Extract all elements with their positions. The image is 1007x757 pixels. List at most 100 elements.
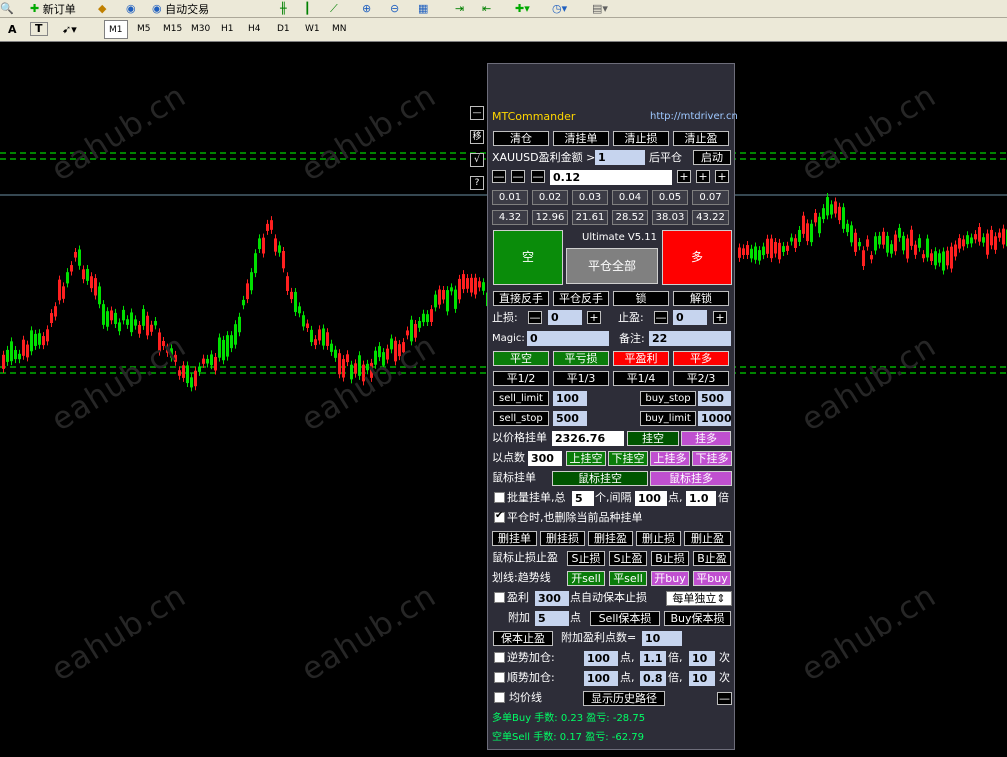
mouse-sell-button[interactable]: 鼠标挂空 <box>552 471 648 486</box>
text-tool[interactable]: A <box>4 20 21 39</box>
tf-m30[interactable]: M30 <box>187 20 214 39</box>
down-sell-button[interactable]: 下挂空 <box>608 451 648 466</box>
tf-h1[interactable]: H1 <box>217 20 238 39</box>
pending-price-input[interactable]: 2326.76 <box>552 431 624 446</box>
bar-chart-icon[interactable]: ╫ <box>280 1 287 16</box>
lock-button[interactable]: 锁 <box>613 291 669 306</box>
clock-icon[interactable]: ◷▾ <box>552 1 567 16</box>
batch-checkbox[interactable] <box>494 492 505 503</box>
batch-mult-input[interactable]: 1.0 <box>686 491 716 506</box>
panel-url[interactable]: http://mtdriver.cn <box>650 109 738 124</box>
lot-preset[interactable]: 0.07 <box>692 190 729 205</box>
sell-breakeven-button[interactable]: Sell保本损 <box>590 611 660 626</box>
clear-tp-button[interactable]: 清止盈 <box>673 131 729 146</box>
sl-plus-button[interactable]: + <box>587 311 601 324</box>
move-button[interactable]: 移 <box>470 130 484 144</box>
lot-preset[interactable]: 0.03 <box>572 190 608 205</box>
sell-limit-input[interactable]: 100 <box>553 391 587 406</box>
close-sell-button[interactable]: 平空 <box>493 351 549 366</box>
close-two-thirds-button[interactable]: 平2/3 <box>673 371 729 386</box>
follow-points-input[interactable]: 100 <box>584 671 618 686</box>
close-all-positions-button[interactable]: 平仓全部 <box>566 248 658 284</box>
show-history-button[interactable]: 显示历史路径 <box>583 691 665 706</box>
scroll-icon[interactable]: ⇥ <box>455 1 464 16</box>
tile-icon[interactable]: ▦ <box>418 1 428 16</box>
close-profit-button[interactable]: 平盈利 <box>613 351 669 366</box>
globe-icon[interactable]: ◉ <box>126 1 136 16</box>
lot-input[interactable]: 0.12 <box>550 170 672 185</box>
close-half-button[interactable]: 平1/2 <box>493 371 549 386</box>
counter-points-input[interactable]: 100 <box>584 651 618 666</box>
follow-times-input[interactable]: 10 <box>689 671 715 686</box>
breakeven-input[interactable]: 300 <box>535 591 569 606</box>
up-sell-button[interactable]: 上挂空 <box>566 451 606 466</box>
trend-open-sell-button[interactable]: 开sell <box>567 571 605 586</box>
start-button[interactable]: 启动 <box>693 150 731 165</box>
lot-preset[interactable]: 43.22 <box>692 210 729 225</box>
points-input[interactable]: 300 <box>528 451 562 466</box>
ma-checkbox[interactable] <box>494 692 505 703</box>
lot-minus-2[interactable]: — <box>511 170 525 183</box>
mouse-buy-button[interactable]: 鼠标挂多 <box>650 471 732 486</box>
add-profit-input[interactable]: 10 <box>642 631 682 646</box>
candle-icon[interactable]: ┃ <box>304 1 311 16</box>
breakeven-mode-select[interactable]: 每单独立⇕ <box>666 591 732 606</box>
tf-w1[interactable]: W1 <box>301 20 324 39</box>
trend-close-sell-button[interactable]: 平sell <box>609 571 647 586</box>
down-buy-button[interactable]: 下挂多 <box>692 451 732 466</box>
magic-input[interactable]: 0 <box>527 331 609 346</box>
zoom-icon[interactable]: 🔍 <box>0 1 14 16</box>
lot-plus-1[interactable]: + <box>677 170 691 183</box>
lot-minus-1[interactable]: — <box>492 170 506 183</box>
arrows-icon[interactable]: ➹▾ <box>58 20 81 39</box>
history-icon[interactable]: ◆ <box>98 1 106 16</box>
auto-trading-button[interactable]: ◉ 自动交易 <box>152 1 209 16</box>
minimize-button[interactable]: — <box>470 106 484 120</box>
lot-plus-3[interactable]: + <box>715 170 729 183</box>
tf-mn[interactable]: MN <box>328 20 351 39</box>
breakeven-tp-button[interactable]: 保本止盈 <box>493 631 553 646</box>
sell-market-button[interactable]: 空 <box>493 230 563 285</box>
counter-add-checkbox[interactable] <box>494 652 505 663</box>
tp-input[interactable]: 0 <box>673 310 707 325</box>
batch-count-input[interactable]: 5 <box>572 491 594 506</box>
buy-tp-button[interactable]: B止盈 <box>693 551 731 566</box>
pending-sell-button[interactable]: 挂空 <box>627 431 679 446</box>
close-reverse-button[interactable]: 平仓反手 <box>553 291 609 306</box>
lot-preset[interactable]: 0.02 <box>532 190 568 205</box>
batch-interval-input[interactable]: 100 <box>635 491 667 506</box>
lot-preset[interactable]: 0.01 <box>492 190 528 205</box>
lot-preset[interactable]: 12.96 <box>532 210 568 225</box>
unlock-button[interactable]: 解锁 <box>673 291 729 306</box>
sell-stop-button[interactable]: sell_stop <box>493 411 549 426</box>
lot-preset[interactable]: 28.52 <box>612 210 648 225</box>
clear-pending-button[interactable]: 清挂单 <box>553 131 609 146</box>
breakeven-checkbox[interactable] <box>494 592 505 603</box>
tf-m15[interactable]: M15 <box>159 20 186 39</box>
close-third-button[interactable]: 平1/3 <box>553 371 609 386</box>
check-button[interactable]: √ <box>470 153 484 167</box>
counter-times-input[interactable]: 10 <box>689 651 715 666</box>
tf-h4[interactable]: H4 <box>244 20 265 39</box>
sl-minus-button[interactable]: — <box>528 311 542 324</box>
label-tool[interactable]: T <box>30 22 48 36</box>
close-loss-button[interactable]: 平亏损 <box>553 351 609 366</box>
profit-input[interactable]: 1 <box>595 150 645 165</box>
indicators-icon[interactable]: ✚▾ <box>515 1 530 16</box>
zoom-in-icon[interactable]: ⊕ <box>362 1 371 16</box>
close-quarter-button[interactable]: 平1/4 <box>613 371 669 386</box>
tp-plus-button[interactable]: + <box>713 311 727 324</box>
sl-input[interactable]: 0 <box>548 310 582 325</box>
lot-preset[interactable]: 4.32 <box>492 210 528 225</box>
tp-minus-button[interactable]: — <box>654 311 668 324</box>
close-all-button[interactable]: 清仓 <box>493 131 549 146</box>
buy-stop-input[interactable]: 500 <box>698 391 731 406</box>
follow-mult-input[interactable]: 0.8 <box>640 671 666 686</box>
buy-market-button[interactable]: 多 <box>662 230 732 285</box>
delete-pending-button[interactable]: 删挂单 <box>492 531 537 546</box>
trend-close-buy-button[interactable]: 平buy <box>693 571 731 586</box>
line-chart-icon[interactable]: ⟋ <box>330 1 338 16</box>
sell-limit-button[interactable]: sell_limit <box>493 391 549 406</box>
buy-limit-input[interactable]: 1000 <box>698 411 732 426</box>
new-order-button[interactable]: ✚ 新订单 <box>30 1 76 16</box>
